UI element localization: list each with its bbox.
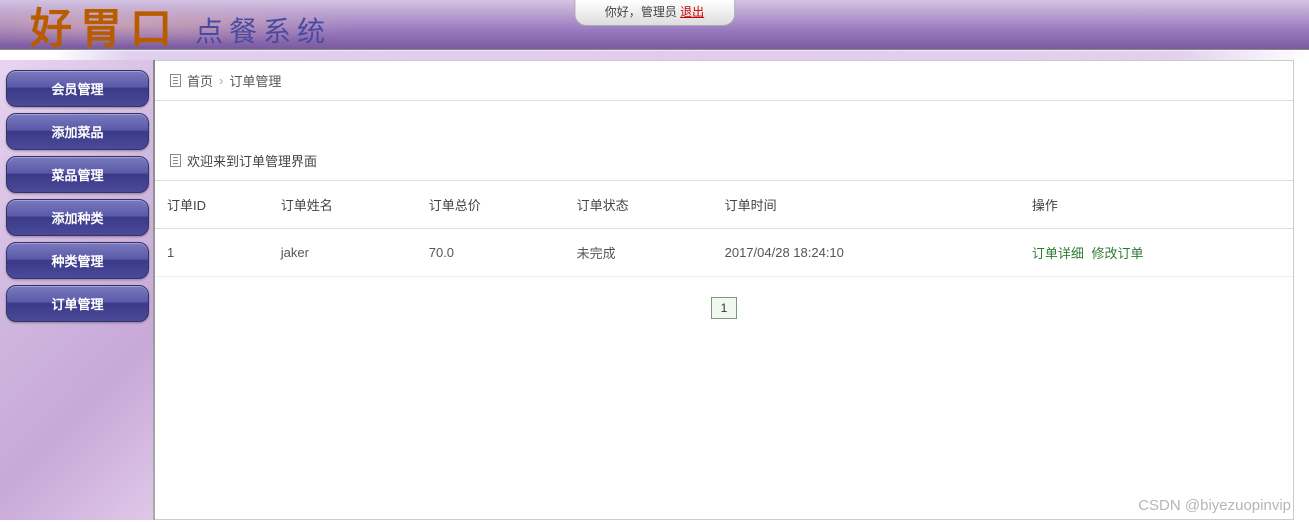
- order-detail-link[interactable]: 订单详细: [1032, 246, 1084, 261]
- breadcrumb-current: 订单管理: [229, 71, 281, 90]
- welcome-icon: [170, 154, 181, 167]
- th-time: 订单时间: [713, 181, 1020, 229]
- orders-table: 订单ID 订单姓名 订单总价 订单状态 订单时间 操作 1 jaker 70.0…: [155, 181, 1293, 277]
- breadcrumb-home[interactable]: 首页: [187, 71, 213, 90]
- user-bar: 你好，管理员 退出: [574, 0, 735, 26]
- order-edit-link[interactable]: 修改订单: [1092, 246, 1144, 261]
- sidebar-item-category-manage[interactable]: 种类管理: [6, 242, 149, 279]
- table-row: 1 jaker 70.0 未完成 2017/04/28 18:24:10 订单详…: [155, 229, 1293, 277]
- sidebar-item-dish-manage[interactable]: 菜品管理: [6, 156, 149, 193]
- main-content: 首页 › 订单管理 欢迎来到订单管理界面 订单ID 订单姓名 订单总价 订单状态…: [155, 60, 1294, 520]
- th-ops: 操作: [1020, 181, 1293, 229]
- sidebar-item-add-category[interactable]: 添加种类: [6, 199, 149, 236]
- watermark: CSDN @biyezuopinvip: [1138, 497, 1291, 514]
- cell-name: jaker: [269, 229, 417, 277]
- breadcrumb: 首页 › 订单管理: [155, 61, 1293, 101]
- user-role: 管理员: [641, 5, 677, 19]
- cell-ops: 订单详细 修改订单: [1020, 229, 1293, 277]
- table-header-row: 订单ID 订单姓名 订单总价 订单状态 订单时间 操作: [155, 181, 1293, 229]
- sidebar: 会员管理 添加菜品 菜品管理 添加种类 种类管理 订单管理: [0, 60, 155, 520]
- logo-sub: 点餐系统: [195, 10, 331, 50]
- logout-link[interactable]: 退出: [680, 5, 704, 19]
- cell-id: 1: [155, 229, 269, 277]
- decorative-bar: [0, 50, 1309, 60]
- logo-main: 好胃口: [30, 0, 180, 50]
- th-total: 订单总价: [417, 181, 565, 229]
- page-current[interactable]: 1: [711, 297, 738, 319]
- welcome-bar: 欢迎来到订单管理界面: [155, 141, 1293, 181]
- welcome-text: 欢迎来到订单管理界面: [187, 151, 317, 170]
- sidebar-item-order-manage[interactable]: 订单管理: [6, 285, 149, 322]
- th-id: 订单ID: [155, 181, 269, 229]
- sidebar-item-members[interactable]: 会员管理: [6, 70, 149, 107]
- cell-status: 未完成: [565, 229, 713, 277]
- header: 好胃口 点餐系统 你好，管理员 退出: [0, 0, 1309, 50]
- breadcrumb-separator: ›: [219, 73, 223, 88]
- cell-total: 70.0: [417, 229, 565, 277]
- pagination: 1: [155, 277, 1293, 339]
- th-status: 订单状态: [565, 181, 713, 229]
- th-name: 订单姓名: [269, 181, 417, 229]
- page-icon: [170, 74, 181, 87]
- cell-time: 2017/04/28 18:24:10: [713, 229, 1020, 277]
- greeting-text: 你好，: [605, 5, 641, 19]
- sidebar-item-add-dish[interactable]: 添加菜品: [6, 113, 149, 150]
